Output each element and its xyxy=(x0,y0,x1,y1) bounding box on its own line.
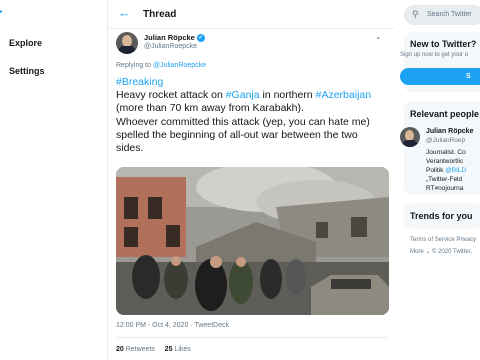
avatar[interactable] xyxy=(116,32,138,54)
hashtag-ganja[interactable]: #Ganja xyxy=(226,89,260,101)
arrow-left-icon[interactable]: ← xyxy=(118,6,131,20)
replying-handle-link[interactable]: @JulianRoepcke xyxy=(153,62,206,69)
person-bio: Journalist. Co Verantwortlic Politik @BI… xyxy=(426,149,467,192)
relevant-people-title: Relevant people xyxy=(410,109,480,119)
trends-card: Trends for you xyxy=(404,203,480,229)
new-to-twitter-title: New to Twitter? xyxy=(410,39,477,49)
bio-link-bild[interactable]: @BILD xyxy=(445,167,466,174)
author-handle[interactable]: @JulianRoepcke xyxy=(144,43,197,50)
page-title: Thread xyxy=(143,9,177,20)
search-icon: ⚲ xyxy=(412,9,419,19)
tweet-timestamp[interactable]: 12:00 PM - Oct 4, 2020 · TweetDeck xyxy=(116,322,229,329)
tweet-photo[interactable] xyxy=(116,167,389,315)
sign-up-button[interactable]: S xyxy=(400,68,480,85)
replying-to: Replying to @JulianRoepcke xyxy=(116,62,207,69)
hashtag-azerbaijan[interactable]: #Azerbaijan xyxy=(316,89,371,101)
person-name[interactable]: Julian Röpcke xyxy=(426,128,473,135)
left-sidebar: ◒ Explore Settings xyxy=(0,0,105,360)
verified-badge-icon: ✓ xyxy=(196,34,205,43)
sidebar-item-settings[interactable]: Settings xyxy=(9,66,45,76)
chevron-down-icon[interactable]: ⌄ xyxy=(375,32,382,41)
hashtag-breaking[interactable]: #Breaking xyxy=(116,76,163,88)
main-column: ← Thread Julian Röpcke ✓ @JulianRoepcke ⌄… xyxy=(107,0,395,360)
tweet-text: #Breaking Heavy rocket attack on #Ganja … xyxy=(116,76,372,155)
right-sidebar: ⚲ Search Twitter New to Twitter? Sign up… xyxy=(394,0,480,360)
retweets-stat[interactable]: 20 Retweets xyxy=(116,346,155,353)
sidebar-item-explore[interactable]: Explore xyxy=(9,38,42,48)
divider xyxy=(116,337,388,338)
likes-stat[interactable]: 25 Likes xyxy=(165,346,191,353)
search-input[interactable]: ⚲ Search Twitter xyxy=(404,5,480,25)
footer-links[interactable]: Terms of Service Privacy xyxy=(410,237,476,243)
search-placeholder: Search Twitter xyxy=(427,11,472,18)
thread-header: ← Thread xyxy=(108,0,394,29)
footer-more[interactable]: More ⌄ © 2020 Twitter, xyxy=(410,248,472,255)
person-handle[interactable]: @JulianRoep xyxy=(426,137,465,144)
twitter-logo-icon[interactable]: ◒ xyxy=(0,3,10,17)
signup-subtext: Sign up now to get your o xyxy=(400,52,469,58)
author-name[interactable]: Julian Röpcke ✓ xyxy=(144,33,205,43)
tweet-stats: 20 Retweets 25 Likes xyxy=(116,346,191,353)
trends-title: Trends for you xyxy=(410,211,473,221)
person-avatar[interactable] xyxy=(400,127,420,147)
